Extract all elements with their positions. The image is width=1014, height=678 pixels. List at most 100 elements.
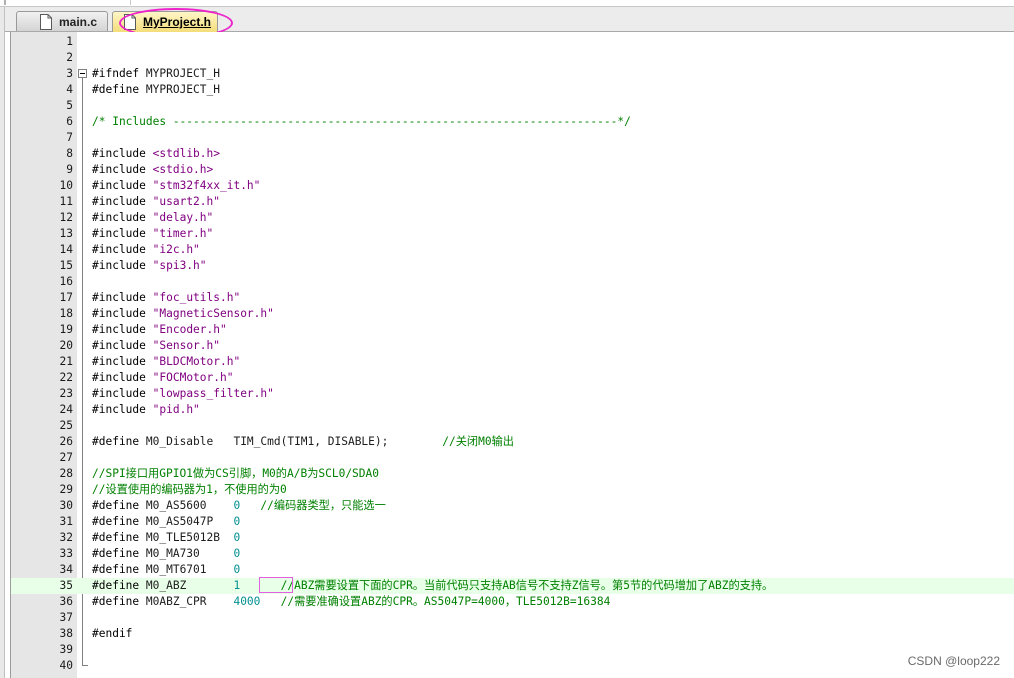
- code-text: #define M0_AS5047P 0: [92, 514, 240, 530]
- line-number: 9: [66, 163, 73, 176]
- code-token: M0_MA730: [139, 547, 234, 560]
- code-line[interactable]: 11 #include "usart2.h": [11, 194, 1014, 210]
- code-line[interactable]: 3 #ifndef MYPROJECT_H: [11, 66, 1014, 82]
- code-token: MYPROJECT_H: [139, 83, 220, 96]
- code-line[interactable]: 27: [11, 450, 1014, 466]
- line-number: 33: [59, 547, 73, 560]
- code-line[interactable]: 33 #define M0_MA730 0: [11, 546, 1014, 562]
- code-token: #include: [92, 323, 146, 336]
- code-line[interactable]: 12 #include "delay.h": [11, 210, 1014, 226]
- code-line[interactable]: 2: [11, 50, 1014, 66]
- code-line[interactable]: 38 #endif: [11, 626, 1014, 642]
- code-token: M0_TLE5012B: [139, 531, 234, 544]
- code-lines: 1 2 3 #ifndef MYPROJECT_H 4 #define MYPROJECT…: [11, 34, 1014, 674]
- code-line[interactable]: 14 #include "i2c.h": [11, 242, 1014, 258]
- line-number: 37: [59, 611, 73, 624]
- code-line[interactable]: 24 #include "pid.h": [11, 402, 1014, 418]
- code-line[interactable]: 36 #define M0ABZ_CPR 4000 //需要准确设置ABZ的CPR…: [11, 594, 1014, 610]
- code-line[interactable]: 7: [11, 130, 1014, 146]
- code-line[interactable]: 17 #include "foc_utils.h": [11, 290, 1014, 306]
- code-line[interactable]: 10 #include "stm32f4xx_it.h": [11, 178, 1014, 194]
- line-number: 13: [59, 227, 73, 240]
- code-text: #ifndef MYPROJECT_H: [92, 66, 220, 82]
- code-line[interactable]: 1: [11, 34, 1014, 50]
- line-number: 31: [59, 515, 73, 528]
- code-token: #define: [92, 595, 140, 608]
- code-line[interactable]: 20 #include "Sensor.h": [11, 338, 1014, 354]
- code-token: M0_Disable TIM_Cmd(TIM1, DISABLE);: [139, 435, 443, 448]
- code-token: #include: [92, 147, 146, 160]
- code-token: #include: [92, 387, 146, 400]
- code-line[interactable]: 21 #include "BLDCMotor.h": [11, 354, 1014, 370]
- line-number: 24: [59, 403, 73, 416]
- code-token: #ifndef: [92, 67, 140, 80]
- code-token: #endif: [92, 627, 133, 640]
- code-line[interactable]: 35 #define M0_ABZ 1 //ABZ需要设置下面的CPR。当前代码只…: [11, 577, 1014, 594]
- code-line[interactable]: 25: [11, 418, 1014, 434]
- code-token: //关闭M0输出: [442, 435, 514, 448]
- code-line[interactable]: 34 #define M0_MT6701 0: [11, 562, 1014, 578]
- code-token: 0: [233, 515, 241, 528]
- code-line[interactable]: 23 #include "lowpass_filter.h": [11, 386, 1014, 402]
- code-editor[interactable]: 1 2 3 #ifndef MYPROJECT_H 4 #define MYPROJECT…: [10, 32, 1014, 678]
- code-line[interactable]: 30 #define M0_AS5600 0 //编码器类型，只能选一: [11, 498, 1014, 514]
- code-token: 0: [233, 563, 241, 576]
- code-token: #define: [92, 579, 140, 592]
- code-token: <stdio.h>: [152, 163, 214, 176]
- code-line[interactable]: 28 //SPI接口用GPIO1做为CS引脚，M0的A/B为SCL0/SDA0: [11, 466, 1014, 482]
- code-line[interactable]: 39: [11, 642, 1014, 658]
- line-number: 35: [59, 579, 73, 592]
- code-line[interactable]: 13 #include "timer.h": [11, 226, 1014, 242]
- code-line[interactable]: 40: [11, 658, 1014, 674]
- code-token: #include: [92, 179, 146, 192]
- line-number: 8: [66, 147, 73, 160]
- code-token: "Sensor.h": [152, 339, 220, 352]
- line-number: 29: [59, 483, 73, 496]
- top-border: [0, 0, 1014, 7]
- file-icon: [40, 13, 52, 30]
- code-line[interactable]: 9 #include <stdio.h>: [11, 162, 1014, 178]
- code-token: #include: [92, 355, 146, 368]
- code-line[interactable]: 29 //设置使用的编码器为1，不使用的为0: [11, 482, 1014, 498]
- code-line[interactable]: 8 #include <stdlib.h>: [11, 146, 1014, 162]
- code-text: #endif: [92, 626, 132, 642]
- code-line[interactable]: 31 #define M0_AS5047P 0: [11, 514, 1014, 530]
- code-line[interactable]: 18 #include "MagneticSensor.h": [11, 306, 1014, 322]
- line-number: 26: [59, 435, 73, 448]
- code-line[interactable]: 6 /* Includes ---------------------------…: [11, 114, 1014, 130]
- code-line[interactable]: 22 #include "FOCMotor.h": [11, 370, 1014, 386]
- tab-main-c[interactable]: main.c: [16, 11, 108, 31]
- code-line[interactable]: 4 #define MYPROJECT_H: [11, 82, 1014, 98]
- code-line[interactable]: 26 #define M0_Disable TIM_Cmd(TIM1, DISAB…: [11, 434, 1014, 450]
- code-token: M0_AS5600: [139, 499, 234, 512]
- line-number: 11: [59, 195, 73, 208]
- code-line[interactable]: 37: [11, 610, 1014, 626]
- code-token: //编码器类型，只能选一: [260, 499, 386, 512]
- watermark: CSDN @loop222: [907, 654, 1000, 668]
- code-text: #include "i2c.h": [92, 242, 200, 258]
- code-token: "delay.h": [152, 211, 214, 224]
- code-token: #include: [92, 243, 146, 256]
- code-token: /* Includes ----------------------------…: [92, 115, 631, 128]
- left-edge-strip: [0, 7, 5, 678]
- code-line[interactable]: 19 #include "Encoder.h": [11, 322, 1014, 338]
- code-line[interactable]: 5: [11, 98, 1014, 114]
- code-token: #define: [92, 83, 140, 96]
- code-text: #include "Sensor.h": [92, 338, 220, 354]
- code-token: //设置使用的编码器为1，不使用的为0: [92, 483, 287, 496]
- line-number: 22: [59, 371, 73, 384]
- code-line[interactable]: 15 #include "spi3.h": [11, 258, 1014, 274]
- line-number: 14: [59, 243, 73, 256]
- line-number: 38: [59, 627, 73, 640]
- line-number: 30: [59, 499, 73, 512]
- code-line[interactable]: 16: [11, 274, 1014, 290]
- code-token: 0: [233, 547, 241, 560]
- code-line[interactable]: 32 #define M0_TLE5012B 0: [11, 530, 1014, 546]
